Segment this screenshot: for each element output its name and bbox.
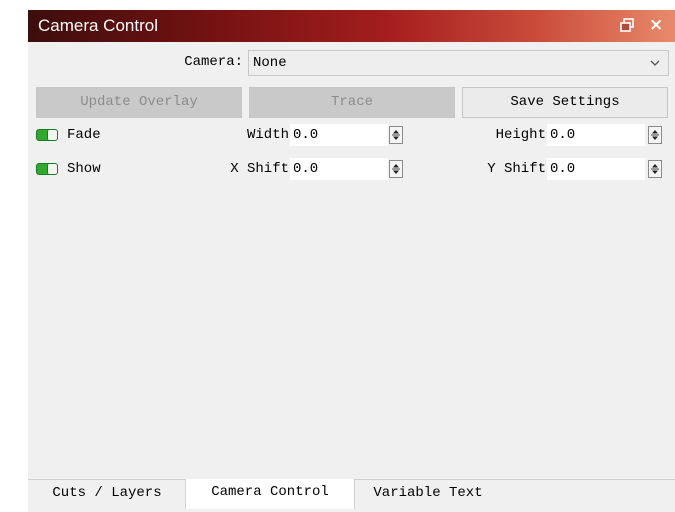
tab-bar: Cuts / Layers Camera Control Variable Te… xyxy=(28,479,675,512)
height-label: Height xyxy=(495,127,546,143)
save-settings-button[interactable]: Save Settings xyxy=(462,87,668,118)
x-shift-spinner-icon[interactable] xyxy=(389,160,403,178)
width-spinner-icon[interactable] xyxy=(389,126,403,144)
camera-control-panel: Camera Control × Camera: None Update Ove… xyxy=(28,10,675,512)
width-input[interactable]: 0.0 xyxy=(290,124,388,146)
y-shift-spinner-icon[interactable] xyxy=(648,160,662,178)
fade-label: Fade xyxy=(67,127,101,143)
toggle-knob xyxy=(47,164,57,174)
close-icon[interactable]: × xyxy=(649,15,663,35)
title-bar[interactable]: Camera Control × xyxy=(28,10,675,42)
camera-selected-value: None xyxy=(253,55,287,71)
height-spinner-icon[interactable] xyxy=(648,126,662,144)
x-shift-label: X Shift xyxy=(230,161,289,177)
chevron-down-icon xyxy=(650,60,660,66)
x-shift-input[interactable]: 0.0 xyxy=(290,158,388,180)
height-input[interactable]: 0.0 xyxy=(547,124,645,146)
width-label: Width xyxy=(246,127,289,143)
trace-button[interactable]: Trace xyxy=(249,87,455,118)
camera-select[interactable]: None xyxy=(248,50,669,76)
toggle-knob xyxy=(47,130,57,140)
show-toggle[interactable] xyxy=(36,163,58,175)
show-label: Show xyxy=(67,161,101,177)
panel-title: Camera Control xyxy=(38,16,158,35)
update-overlay-button[interactable]: Update Overlay xyxy=(36,87,242,118)
float-icon[interactable] xyxy=(620,18,634,32)
camera-label: Camera: xyxy=(184,54,243,70)
y-shift-input[interactable]: 0.0 xyxy=(547,158,645,180)
tab-variable-text[interactable]: Variable Text xyxy=(358,480,498,508)
tab-camera-control[interactable]: Camera Control xyxy=(185,479,355,509)
tab-cuts-layers[interactable]: Cuts / Layers xyxy=(32,480,182,508)
fade-toggle[interactable] xyxy=(36,129,58,141)
y-shift-label: Y Shift xyxy=(487,161,546,177)
